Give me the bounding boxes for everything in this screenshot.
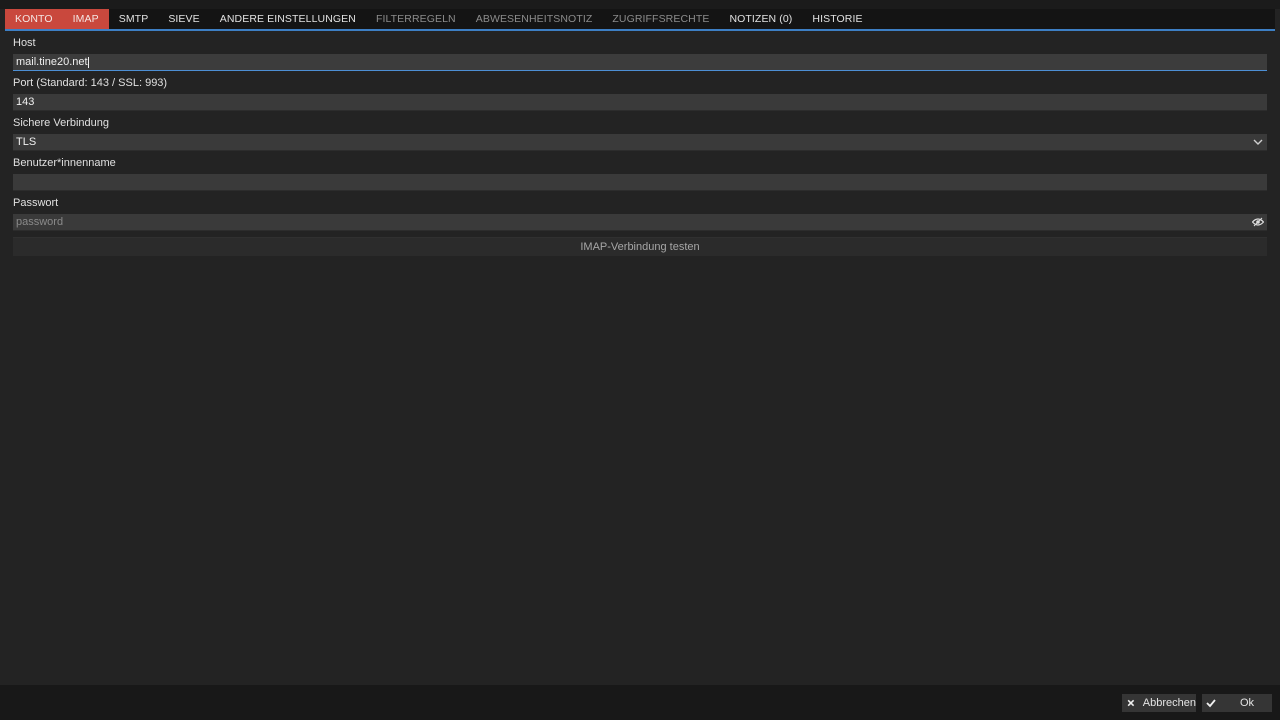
text-cursor — [87, 56, 89, 68]
tab-abwesenheitsnotiz[interactable]: ABWESENHEITSNOTIZ — [466, 9, 603, 29]
host-label: Host — [13, 37, 36, 49]
secure-connection-label: Sichere Verbindung — [13, 117, 110, 129]
host-group: Host mail.tine20.net — [13, 37, 1267, 71]
password-input[interactable]: password — [13, 214, 1267, 231]
port-label: Port (Standard: 143 / SSL: 993) — [13, 77, 168, 89]
tab-filterregeln[interactable]: FILTERREGELN — [366, 9, 466, 29]
tab-notizen[interactable]: NOTIZEN (0) — [719, 9, 802, 29]
close-icon — [1127, 699, 1135, 707]
imap-settings-form: Host mail.tine20.net Port (Standard: 143… — [13, 37, 1267, 256]
ok-button[interactable]: Ok — [1202, 694, 1272, 712]
test-imap-connection-button[interactable]: IMAP-Verbindung testen — [13, 237, 1267, 256]
password-label: Passwort — [13, 197, 59, 209]
tab-sieve[interactable]: SIEVE — [158, 9, 209, 29]
host-value: mail.tine20.net — [16, 56, 88, 68]
tab-historie[interactable]: HISTORIE — [802, 9, 872, 29]
window-top-strip — [0, 0, 1280, 9]
tab-zugriffsrechte[interactable]: ZUGRIFFSRECHTE — [602, 9, 719, 29]
tab-imap[interactable]: IMAP — [62, 9, 109, 29]
host-input[interactable]: mail.tine20.net — [13, 54, 1267, 71]
tab-andere-einstellungen[interactable]: ANDERE EINSTELLUNGEN — [210, 9, 366, 29]
eye-icon[interactable] — [1252, 217, 1264, 227]
tab-konto[interactable]: KONTO — [5, 9, 63, 29]
ok-label: Ok — [1240, 697, 1255, 709]
password-group: Passwort password — [13, 197, 1267, 231]
username-group: Benutzer*innenname — [13, 157, 1267, 191]
username-label: Benutzer*innenname — [13, 157, 116, 169]
secure-connection-value: TLS — [16, 136, 37, 148]
chevron-down-icon[interactable] — [1253, 137, 1263, 147]
cancel-label: Abbrechen — [1142, 697, 1196, 709]
port-input[interactable]: 143 — [13, 94, 1267, 111]
tab-bar: KONTO IMAP SMTP SIEVE ANDERE EINSTELLUNG… — [5, 9, 1275, 31]
secure-connection-group: Sichere Verbindung TLS — [13, 117, 1267, 151]
cancel-button[interactable]: Abbrechen — [1122, 694, 1196, 712]
tab-smtp[interactable]: SMTP — [109, 9, 159, 29]
password-placeholder: password — [16, 216, 64, 228]
username-input[interactable] — [13, 174, 1267, 191]
port-group: Port (Standard: 143 / SSL: 993) 143 — [13, 77, 1267, 111]
dialog-footer: Abbrechen Ok — [0, 685, 1280, 720]
secure-connection-select[interactable]: TLS — [13, 134, 1267, 151]
port-value: 143 — [16, 96, 35, 108]
check-icon — [1206, 699, 1216, 708]
